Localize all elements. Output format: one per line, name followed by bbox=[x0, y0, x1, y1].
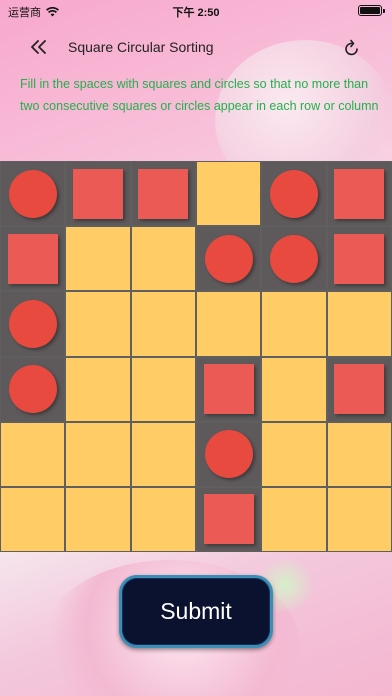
refresh-button[interactable] bbox=[340, 36, 364, 60]
submit-button[interactable]: Submit bbox=[119, 575, 273, 648]
square-piece bbox=[138, 168, 189, 219]
circle-piece bbox=[204, 234, 253, 283]
board-cell-r1-c2 bbox=[66, 162, 130, 226]
square-piece bbox=[334, 168, 385, 219]
board-cell-r1-c3 bbox=[131, 162, 195, 226]
puzzle-board bbox=[0, 161, 392, 552]
square-piece bbox=[334, 233, 385, 284]
square-piece bbox=[334, 364, 385, 415]
board-cell-r2-c5 bbox=[262, 227, 326, 291]
square-piece bbox=[7, 233, 58, 284]
square-piece bbox=[72, 168, 123, 219]
circle-piece bbox=[204, 430, 253, 479]
board-cell-r4-c3[interactable] bbox=[131, 357, 195, 421]
board-cell-r4-c2[interactable] bbox=[66, 357, 130, 421]
square-piece bbox=[203, 364, 254, 415]
refresh-icon bbox=[345, 39, 358, 56]
circle-piece bbox=[8, 169, 57, 218]
board-cell-r2-c6 bbox=[327, 227, 391, 291]
back-button[interactable] bbox=[26, 34, 52, 60]
board-cell-r5-c6[interactable] bbox=[327, 422, 391, 486]
board-cell-r6-c5[interactable] bbox=[262, 487, 326, 551]
board-cell-r3-c6[interactable] bbox=[327, 292, 391, 356]
clock: 下午 2:50 bbox=[172, 7, 220, 19]
board-cell-r1-c1 bbox=[1, 162, 65, 226]
circle-piece bbox=[269, 234, 318, 283]
instructions-text: Fill in the spaces with squares and circ… bbox=[20, 77, 379, 113]
page-title: Square Circular Sorting bbox=[68, 39, 214, 55]
board-cell-r3-c1 bbox=[1, 292, 65, 356]
board-cell-r3-c3[interactable] bbox=[131, 292, 195, 356]
board-cell-r6-c4 bbox=[196, 487, 261, 551]
circle-piece bbox=[269, 169, 318, 218]
board-cell-r1-c5 bbox=[262, 162, 326, 226]
board-cell-r1-c6 bbox=[327, 162, 391, 226]
board-cell-r3-c2[interactable] bbox=[66, 292, 130, 356]
battery-icon bbox=[358, 5, 385, 16]
circle-piece bbox=[8, 365, 57, 414]
board-cell-r4-c1 bbox=[1, 357, 65, 421]
board-cell-r5-c2[interactable] bbox=[66, 422, 130, 486]
board-cell-r2-c4 bbox=[196, 227, 261, 291]
board-cell-r5-c5[interactable] bbox=[262, 422, 326, 486]
board-cell-r5-c3[interactable] bbox=[131, 422, 195, 486]
board-cell-r1-c4[interactable] bbox=[196, 162, 261, 226]
board-cell-r4-c6 bbox=[327, 357, 391, 421]
status-bar: 运营商 下午 2:50 bbox=[0, 0, 392, 22]
board-cell-r4-c4 bbox=[196, 357, 261, 421]
board-cell-r6-c3[interactable] bbox=[131, 487, 195, 551]
board-cell-r3-c5[interactable] bbox=[262, 292, 326, 356]
board-cell-r3-c4[interactable] bbox=[196, 292, 261, 356]
nav-bar: Square Circular Sorting bbox=[0, 30, 392, 66]
board-cell-r2-c2[interactable] bbox=[66, 227, 130, 291]
board-cell-r5-c4 bbox=[196, 422, 261, 486]
board-cell-r4-c5[interactable] bbox=[262, 357, 326, 421]
board-cell-r2-c1 bbox=[1, 227, 65, 291]
circle-piece bbox=[8, 299, 57, 348]
board-cell-r5-c1[interactable] bbox=[1, 422, 65, 486]
square-piece bbox=[203, 494, 254, 545]
board-cell-r6-c1[interactable] bbox=[1, 487, 65, 551]
board-cell-r6-c6[interactable] bbox=[327, 487, 391, 551]
board-cell-r6-c2[interactable] bbox=[66, 487, 130, 551]
board-cell-r2-c3[interactable] bbox=[131, 227, 195, 291]
double-chevron-left-icon bbox=[31, 40, 46, 54]
